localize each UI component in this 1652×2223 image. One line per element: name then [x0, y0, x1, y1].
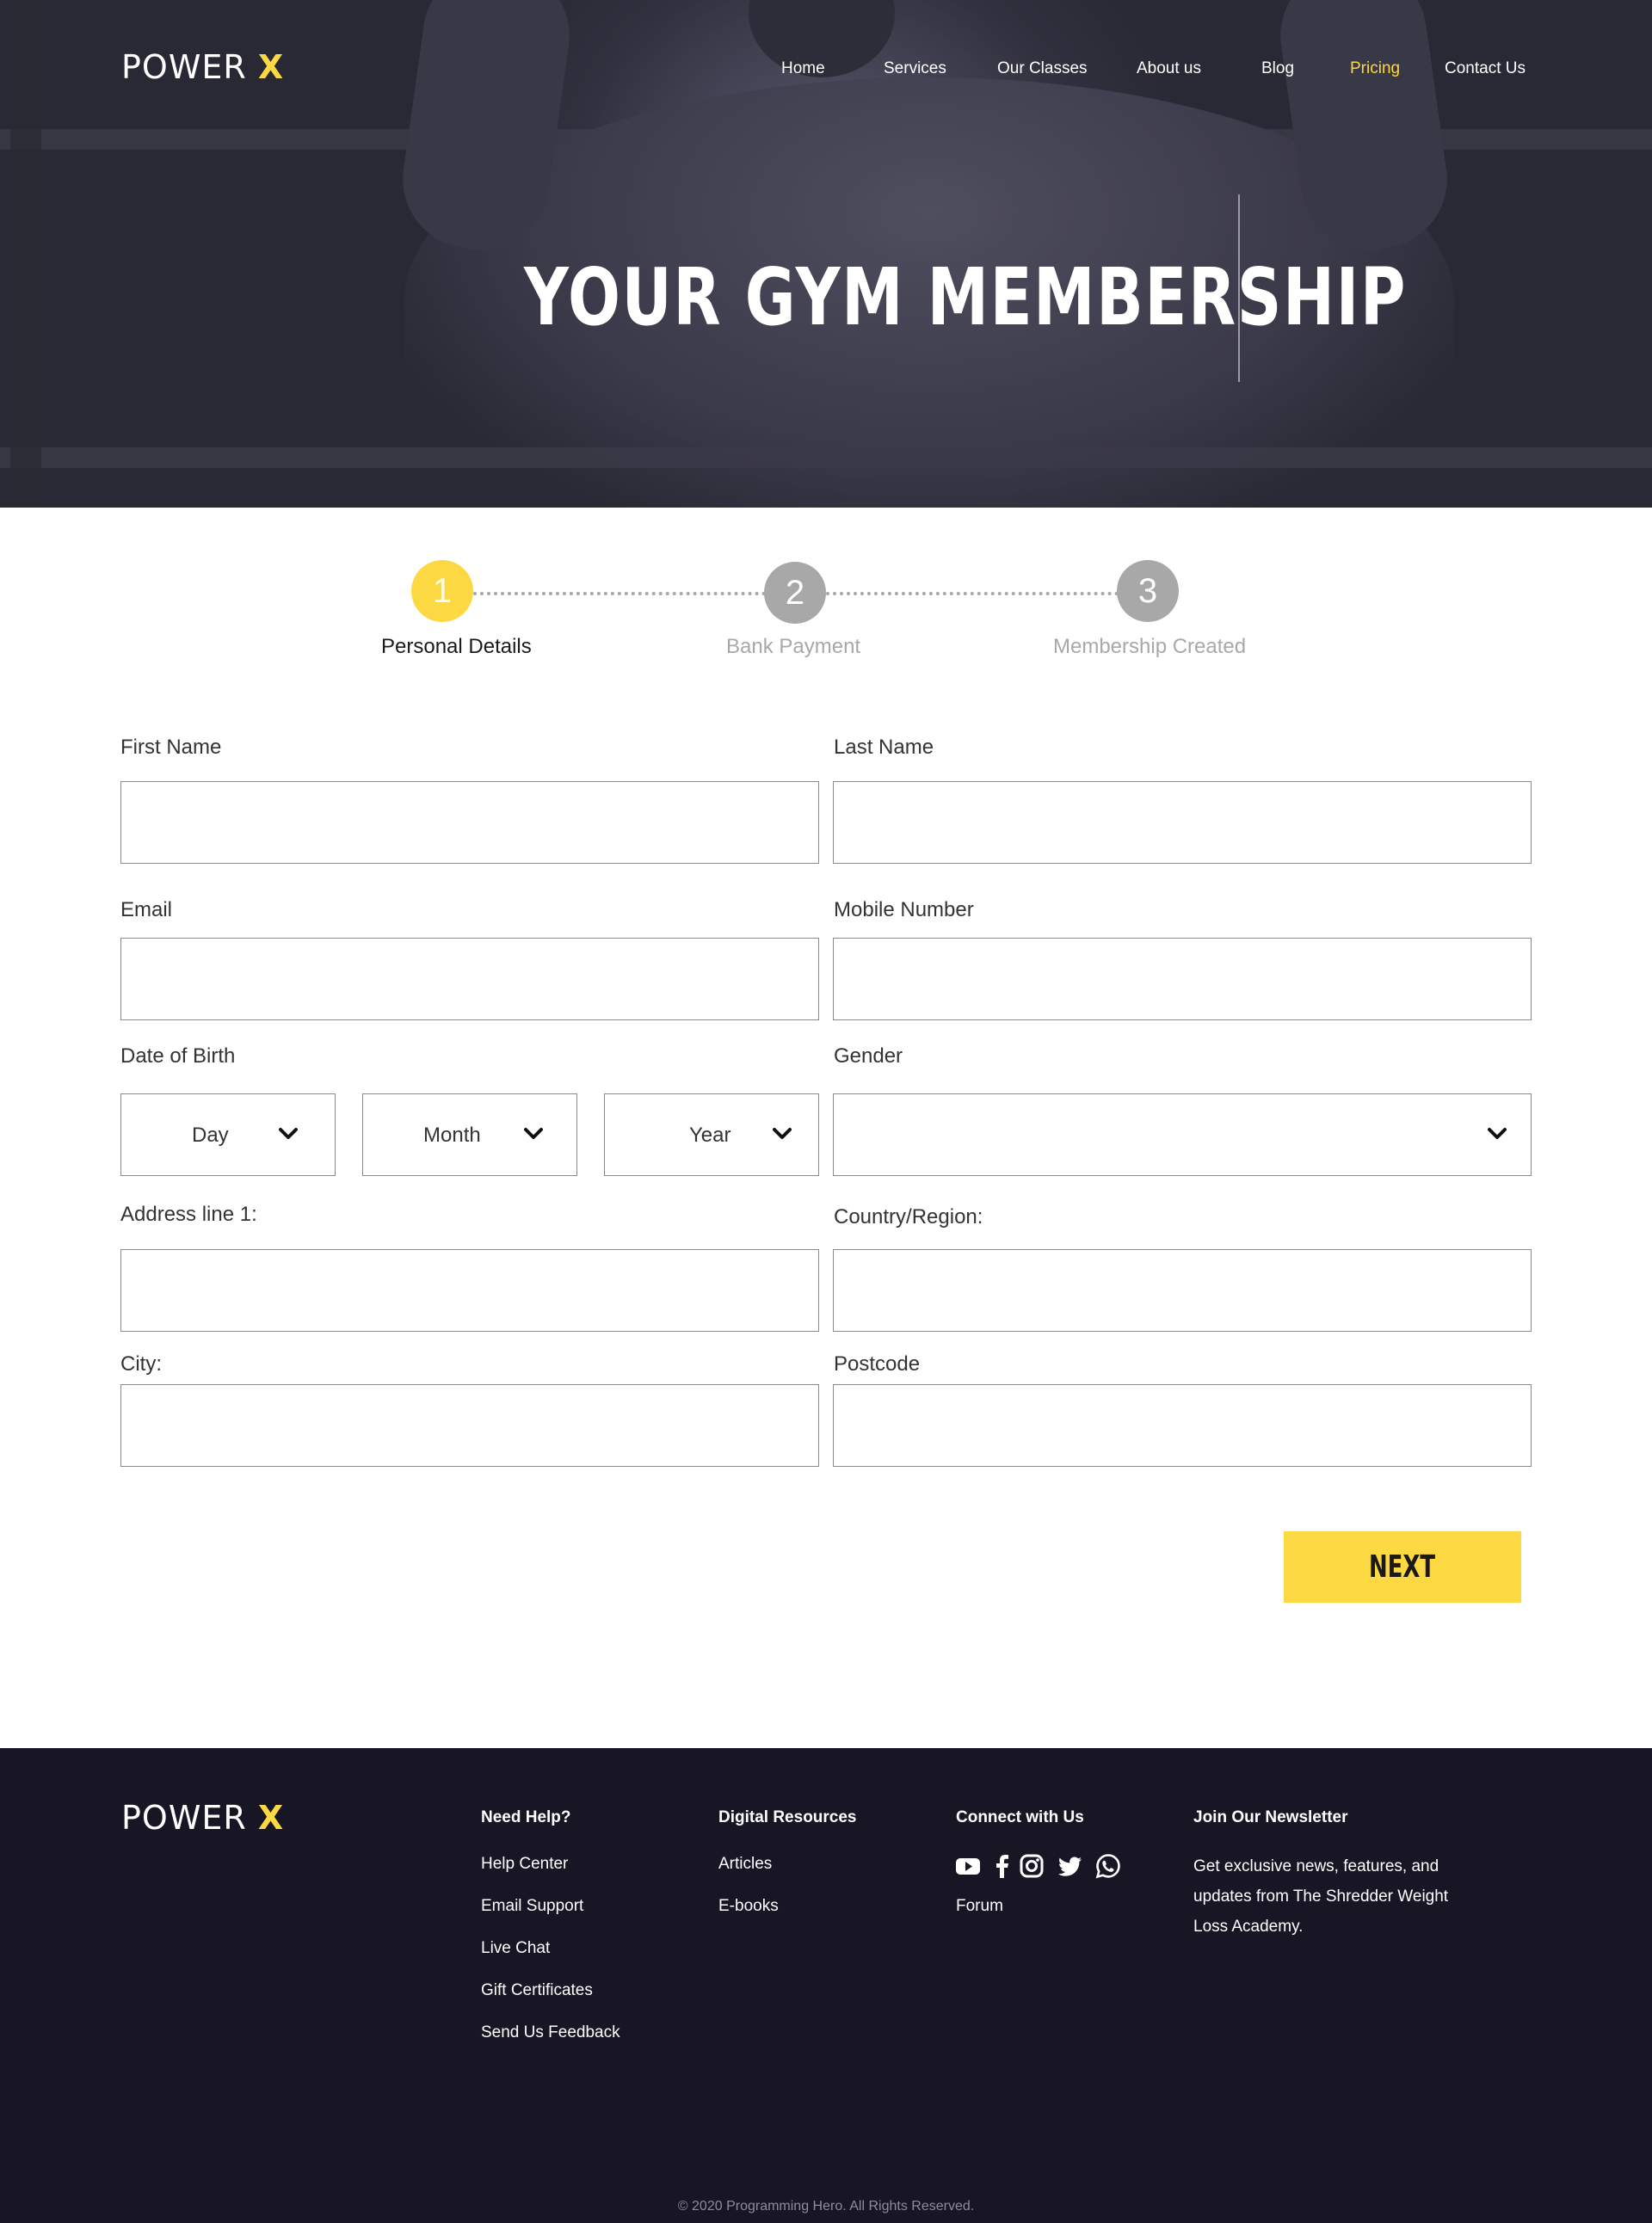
mobile-number-label: Mobile Number	[834, 898, 974, 921]
next-button-label: NEXT	[1369, 1549, 1436, 1585]
site-logo[interactable]: POWER X	[121, 48, 284, 86]
logo-text: POWER	[121, 48, 247, 86]
footer-link-email-support[interactable]: Email Support	[481, 1897, 583, 1916]
postcode-input[interactable]	[834, 1385, 1531, 1466]
twitter-icon[interactable]	[1057, 1853, 1083, 1879]
country-region-field[interactable]	[833, 1249, 1532, 1332]
address-line-1-label: Address line 1:	[120, 1203, 257, 1226]
footer-link-ebooks[interactable]: E-books	[718, 1897, 779, 1916]
hero-divider	[1238, 194, 1240, 382]
date-of-birth-label: Date of Birth	[120, 1044, 236, 1068]
footer-logo[interactable]: POWER X	[121, 1799, 284, 1837]
month-select[interactable]: Month	[362, 1093, 577, 1176]
nav-home[interactable]: Home	[781, 59, 825, 78]
connect-heading: Connect with Us	[956, 1808, 1084, 1826]
nav-pricing[interactable]: Pricing	[1350, 59, 1400, 78]
month-select-value: Month	[423, 1124, 481, 1147]
last-name-input[interactable]	[834, 782, 1531, 863]
youtube-icon[interactable]	[955, 1853, 981, 1879]
chevron-down-icon	[279, 1128, 298, 1139]
site-footer: POWER X Need Help? Help Center Email Sup…	[0, 1748, 1652, 2223]
country-region-label: Country/Region:	[834, 1205, 983, 1228]
city-label: City:	[120, 1352, 162, 1376]
step-2-label: Bank Payment	[726, 635, 861, 658]
nav-about-us[interactable]: About us	[1137, 59, 1201, 78]
nav-services[interactable]: Services	[884, 59, 946, 78]
first-name-label: First Name	[120, 736, 222, 759]
gender-select[interactable]	[833, 1093, 1532, 1176]
country-region-input[interactable]	[834, 1250, 1531, 1331]
footer-link-articles[interactable]: Articles	[718, 1855, 772, 1874]
first-name-input[interactable]	[121, 782, 818, 863]
newsletter-heading: Join Our Newsletter	[1193, 1808, 1348, 1826]
step-1-label: Personal Details	[381, 635, 532, 658]
first-name-field[interactable]	[120, 781, 819, 864]
step-2-circle: 2	[764, 562, 826, 624]
nav-blog[interactable]: Blog	[1261, 59, 1294, 78]
day-select-value: Day	[192, 1124, 229, 1147]
page-title: YOUR GYM MEMBERSHIP	[524, 251, 1408, 343]
postcode-label: Postcode	[834, 1352, 921, 1376]
step-connector	[473, 592, 766, 595]
footer-link-live-chat[interactable]: Live Chat	[481, 1939, 550, 1958]
whatsapp-icon[interactable]	[1095, 1853, 1121, 1879]
step-3-label: Membership Created	[1053, 635, 1247, 658]
logo-text: POWER	[121, 1799, 247, 1837]
year-select-value: Year	[689, 1124, 731, 1147]
step-connector	[826, 592, 1119, 595]
chevron-down-icon	[524, 1128, 543, 1139]
hero-banner: POWER X Home Services Our Classes About …	[0, 0, 1652, 508]
day-select[interactable]: Day	[120, 1093, 336, 1176]
address-line-1-input[interactable]	[121, 1250, 818, 1331]
nav-our-classes[interactable]: Our Classes	[997, 59, 1088, 78]
step-3-circle: 3	[1117, 560, 1179, 622]
footer-link-help-center[interactable]: Help Center	[481, 1855, 568, 1874]
email-label: Email	[120, 898, 173, 921]
footer-link-gift-certificates[interactable]: Gift Certificates	[481, 1981, 593, 2000]
mobile-number-input[interactable]	[834, 939, 1531, 1019]
mobile-number-field[interactable]	[833, 938, 1532, 1020]
last-name-label: Last Name	[834, 736, 934, 759]
chevron-down-icon	[773, 1128, 792, 1139]
email-field[interactable]	[120, 938, 819, 1020]
need-help-heading: Need Help?	[481, 1808, 571, 1826]
footer-link-forum[interactable]: Forum	[956, 1897, 1003, 1916]
copyright-text: © 2020 Programming Hero. All Rights Rese…	[677, 2199, 975, 2214]
next-button[interactable]: NEXT	[1284, 1531, 1521, 1603]
digital-resources-heading: Digital Resources	[718, 1808, 857, 1826]
year-select[interactable]: Year	[604, 1093, 819, 1176]
nav-contact-us[interactable]: Contact Us	[1445, 59, 1526, 78]
gender-label: Gender	[834, 1044, 903, 1068]
footer-link-send-feedback[interactable]: Send Us Feedback	[481, 2023, 620, 2042]
instagram-icon[interactable]	[1019, 1853, 1045, 1879]
chevron-down-icon	[1488, 1128, 1507, 1139]
last-name-field[interactable]	[833, 781, 1532, 864]
city-input[interactable]	[121, 1385, 818, 1466]
email-input[interactable]	[121, 939, 818, 1019]
step-1-circle: 1	[411, 560, 473, 622]
postcode-field[interactable]	[833, 1384, 1532, 1467]
logo-mark: X	[257, 48, 285, 86]
city-field[interactable]	[120, 1384, 819, 1467]
logo-mark: X	[257, 1799, 285, 1837]
newsletter-description: Get exclusive news, features, and update…	[1193, 1857, 1449, 1936]
facebook-icon[interactable]	[989, 1853, 1015, 1879]
address-line-1-field[interactable]	[120, 1249, 819, 1332]
